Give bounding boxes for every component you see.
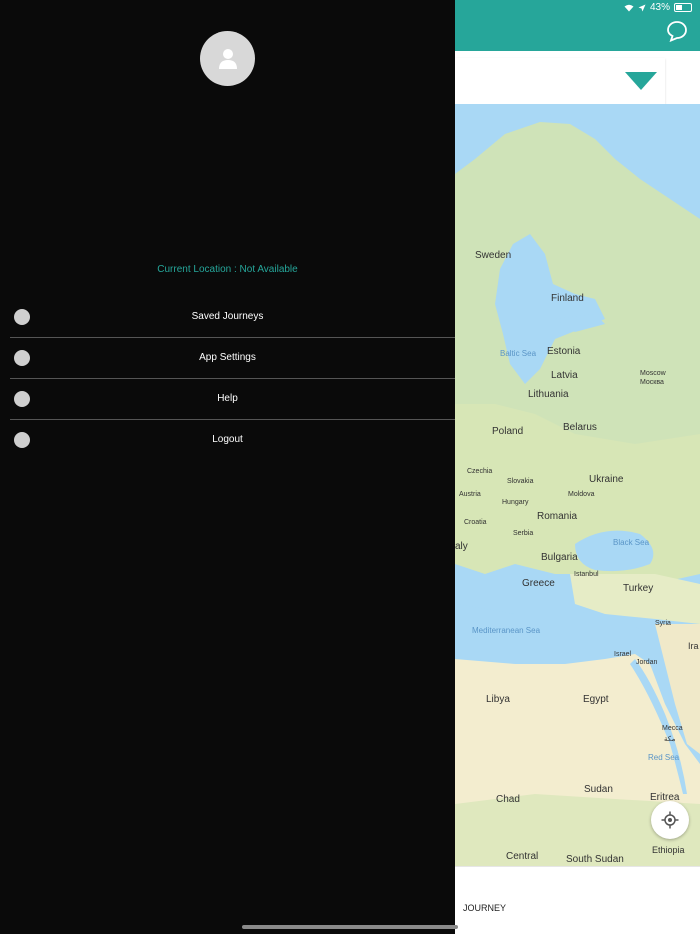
- crosshair-icon: [661, 811, 679, 829]
- map-label-baltic-sea: Baltic Sea: [500, 349, 537, 358]
- map-label-egypt: Egypt: [583, 694, 609, 705]
- battery-icon: [674, 3, 692, 12]
- drawer-menu: Saved Journeys App Settings Help Logout: [10, 297, 455, 460]
- map-label-moscow-ru: Москва: [640, 379, 664, 386]
- battery-percent: 43%: [649, 2, 670, 13]
- menu-item-logout[interactable]: Logout: [10, 420, 455, 460]
- menu-item-label: App Settings: [199, 352, 256, 363]
- map-label-slovakia: Slovakia: [507, 478, 534, 485]
- map-label-romania: Romania: [537, 511, 578, 522]
- menu-item-label: Help: [217, 393, 238, 404]
- map-label-hungary: Hungary: [502, 499, 529, 506]
- map-label-bulgaria: Bulgaria: [541, 552, 578, 563]
- map-label-moscow: Moscow: [640, 370, 666, 377]
- map-label-estonia: Estonia: [547, 346, 581, 357]
- chat-bubble-icon[interactable]: [666, 20, 688, 42]
- map-label-czechia: Czechia: [467, 468, 493, 475]
- map-label-mecca-ar: مكة: [664, 736, 676, 743]
- map-label-ukraine: Ukraine: [589, 474, 624, 485]
- map-label-central: Central: [506, 851, 539, 862]
- status-right: 43%: [624, 2, 692, 13]
- map-label-sudan: Sudan: [584, 784, 613, 795]
- menu-item-label: Saved Journeys: [191, 311, 264, 322]
- journey-selector[interactable]: [455, 58, 665, 104]
- current-location-text: Current Location : Not Available: [157, 264, 298, 275]
- journey-tab-label[interactable]: JOURNEY: [463, 903, 506, 913]
- map-label-serbia: Serbia: [513, 530, 534, 537]
- map-label-finland: Finland: [551, 293, 584, 304]
- map-label-istanbul: Istanbul: [574, 571, 599, 578]
- bottom-panel: JOURNEY: [455, 866, 700, 935]
- map-label-italy: aly: [455, 541, 468, 552]
- map-label-moldova: Moldova: [568, 491, 595, 498]
- location-arrow-icon: [638, 4, 646, 11]
- map-land: [455, 104, 700, 866]
- map-label-greece: Greece: [522, 578, 555, 589]
- map-label-croatia: Croatia: [464, 519, 487, 526]
- home-indicator[interactable]: [242, 925, 458, 929]
- map-label-iraq: Ira: [688, 641, 699, 651]
- wifi-icon: [624, 4, 634, 11]
- map-label-jordan: Jordan: [636, 659, 658, 666]
- map-label-ethiopia: Ethiopia: [652, 845, 685, 855]
- map-view[interactable]: Sweden Finland Baltic Sea Estonia Latvia…: [455, 104, 700, 866]
- menu-item-saved-journeys[interactable]: Saved Journeys: [10, 297, 455, 338]
- map-label-red-sea: Red Sea: [648, 753, 680, 762]
- user-silhouette-icon: [218, 48, 237, 69]
- map-label-mediterranean: Mediterranean Sea: [472, 626, 541, 635]
- map-label-black-sea: Black Sea: [613, 538, 650, 547]
- triangle-down-icon[interactable]: [625, 72, 657, 90]
- map-label-south-sudan: South Sudan: [566, 854, 624, 865]
- map-label-belarus: Belarus: [563, 422, 597, 433]
- menu-item-help[interactable]: Help: [10, 379, 455, 420]
- menu-item-app-settings[interactable]: App Settings: [10, 338, 455, 379]
- map-label-turkey: Turkey: [623, 583, 654, 594]
- map-label-israel: Israel: [614, 651, 632, 658]
- avatar[interactable]: [200, 31, 255, 86]
- map-label-syria: Syria: [655, 620, 671, 627]
- map-label-sweden: Sweden: [475, 250, 512, 261]
- map-label-libya: Libya: [486, 694, 510, 705]
- status-bar: 43%: [0, 0, 700, 16]
- map-label-latvia: Latvia: [551, 370, 578, 381]
- map-label-mecca: Mecca: [662, 725, 683, 732]
- map-label-chad: Chad: [496, 794, 520, 805]
- my-location-button[interactable]: [651, 801, 689, 839]
- map-label-lithuania: Lithuania: [528, 389, 569, 400]
- side-drawer: Current Location : Not Available Saved J…: [0, 0, 455, 934]
- menu-item-label: Logout: [212, 434, 243, 445]
- map-label-austria: Austria: [459, 491, 481, 498]
- map-label-poland: Poland: [492, 426, 524, 437]
